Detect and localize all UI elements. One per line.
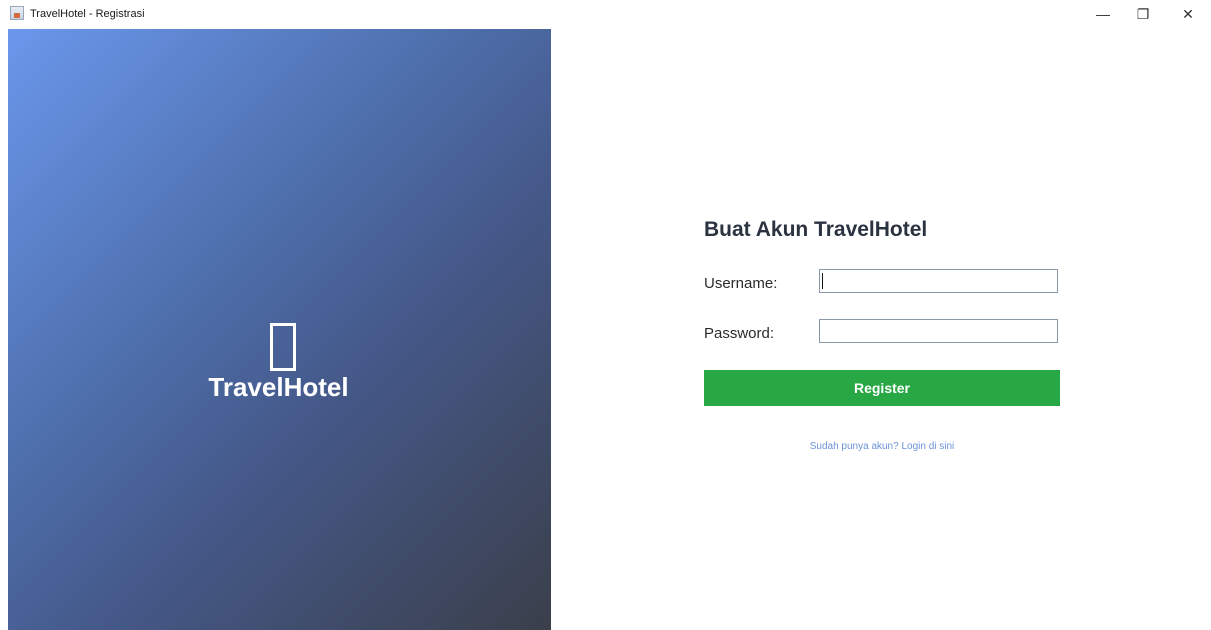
register-button[interactable]: Register [704, 370, 1060, 406]
title-bar[interactable]: TravelHotel - Registrasi — ❐ ✕ [0, 0, 1211, 28]
hotel-icon [270, 323, 296, 371]
password-input[interactable] [819, 319, 1058, 343]
java-app-icon [10, 6, 24, 20]
text-caret [822, 273, 823, 289]
registration-window: TravelHotel - Registrasi — ❐ ✕ TravelHot… [0, 0, 1211, 630]
window-title: TravelHotel - Registrasi [30, 8, 145, 20]
password-label: Password: [704, 325, 775, 342]
maximize-button[interactable]: ❐ [1120, 0, 1166, 28]
username-label: Username: [704, 275, 778, 292]
username-input[interactable] [819, 269, 1058, 293]
brand-name: TravelHotel [208, 372, 349, 402]
brand-panel [8, 29, 551, 630]
close-button[interactable]: ✕ [1165, 0, 1211, 28]
login-link[interactable]: Sudah punya akun? Login di sini [704, 441, 1060, 452]
form-title: Buat Akun TravelHotel [704, 218, 928, 241]
